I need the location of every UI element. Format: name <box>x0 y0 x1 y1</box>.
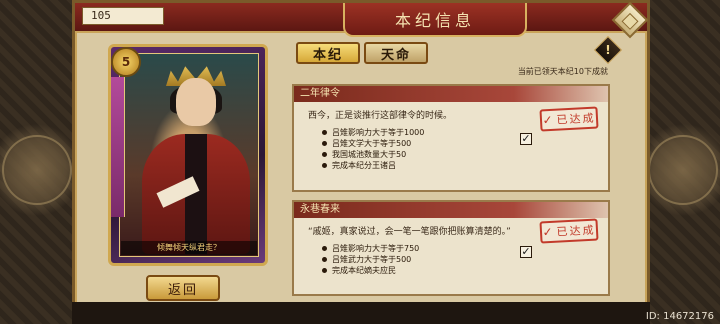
tab-tianming[interactable]: 天命 <box>364 42 428 64</box>
quest-panel: 永巷春来 “戚姬，真家说过，会一笔一笔跟你把账算清楚的。” 吕雉影响力大于等于7… <box>292 200 610 296</box>
diamond-ornament-icon[interactable] <box>611 1 649 39</box>
card-portrait <box>119 53 259 257</box>
page-title: 本纪信息 <box>394 11 475 30</box>
requirement-item: 吕雉文学大于等于500 <box>322 138 608 149</box>
completed-stamp: ✓ 已达成 <box>539 218 599 244</box>
title-plaque: 本纪信息 <box>343 3 527 37</box>
quest-title: 二年律令 <box>294 86 608 102</box>
back-button[interactable]: 返回 <box>146 275 220 301</box>
completed-count: 当前已领天本纪10下成就 <box>517 67 608 76</box>
requirement-checkbox: ✓ <box>520 245 532 258</box>
requirement-item: 吕雉武力大于等于500 <box>322 254 608 265</box>
quest-title: 永巷春来 <box>294 202 608 218</box>
right-medallion-ornament <box>648 135 718 205</box>
bottom-strip <box>72 302 650 324</box>
left-medallion-ornament <box>2 135 72 205</box>
requirement-item: 完成本纪嫡夫应民 <box>322 265 608 276</box>
tab-benji[interactable]: 本纪 <box>296 42 360 64</box>
requirement-item: 完成本纪分王诸吕 <box>322 160 608 171</box>
card-caption: 倾舞倾天纵君走？ <box>121 241 257 255</box>
requirement-checkbox: ✓ <box>520 132 532 145</box>
requirement-item: 我国城池数量大于50 <box>322 149 608 160</box>
card-side-stripe <box>111 77 125 217</box>
portrait-face <box>176 78 216 126</box>
rank-badge: 5 <box>111 47 141 77</box>
requirement-list: 吕雉影响力大于等于750 吕雉武力大于等于500 完成本纪嫡夫应民 <box>294 237 608 276</box>
character-card[interactable]: 5 倾舞倾天纵君走？ <box>108 44 268 266</box>
requirement-item: 吕雉影响力大于等于750 <box>322 243 608 254</box>
quest-panel: 二年律令 西今，正是谈推行这部律令的时候。 吕雉影响力大于等于1000 吕雉文学… <box>292 84 610 192</box>
completed-stamp: ✓ 已达成 <box>539 106 599 132</box>
id-footer: ID: 14672176 <box>645 311 714 322</box>
player-level-box: 105 <box>82 7 164 25</box>
